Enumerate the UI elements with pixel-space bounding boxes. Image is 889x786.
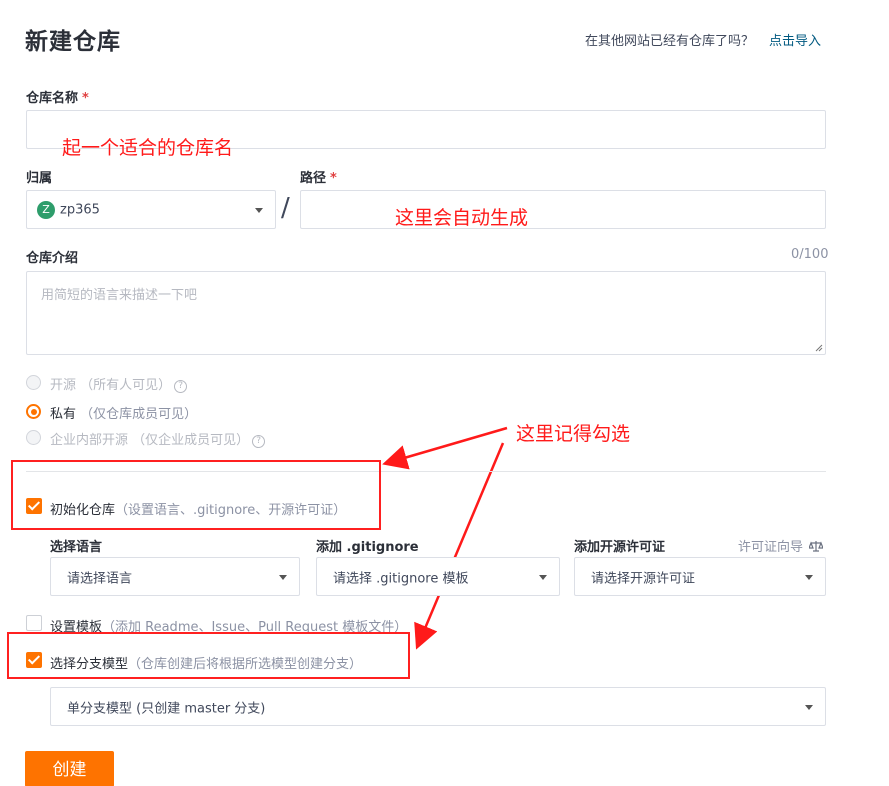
chevron-down-icon xyxy=(539,574,547,580)
checkbox-label: 初始化仓库 xyxy=(50,503,116,518)
checkbox-unchecked xyxy=(26,615,42,631)
license-guide-link[interactable]: 许可证向导 xyxy=(738,536,825,555)
branch-model-checkbox[interactable]: 选择分支模型（仓库创建后将根据所选模型创建分支） xyxy=(26,652,396,672)
scale-icon xyxy=(808,541,825,552)
create-button[interactable]: 创建 xyxy=(25,751,114,786)
chevron-down-icon xyxy=(805,574,813,580)
checkbox-checked xyxy=(26,498,42,514)
language-select-value: 请选择语言 xyxy=(67,571,133,586)
checkbox-label: 选择分支模型 xyxy=(50,657,129,672)
checkbox-checked xyxy=(26,652,42,668)
chevron-down-icon xyxy=(279,574,287,580)
gitignore-label: 添加 .gitignore xyxy=(316,540,419,555)
branch-model-select[interactable]: 单分支模型 (只创建 master 分支) xyxy=(50,687,826,726)
init-repo-checkbox[interactable]: 初始化仓库（设置语言、.gitignore、开源许可证） xyxy=(26,498,366,518)
license-select[interactable]: 请选择开源许可证 xyxy=(574,557,826,596)
init-repo-text: 初始化仓库（设置语言、.gitignore、开源许可证） xyxy=(50,499,346,518)
template-checkbox[interactable]: 设置模板（添加 Readme、Issue、Pull Request 模板文件） xyxy=(26,615,446,635)
chevron-down-icon xyxy=(805,704,813,710)
checkbox-hint: （仓库创建后将根据所选模型创建分支） xyxy=(128,657,363,672)
language-label: 选择语言 xyxy=(50,540,103,555)
checkbox-hint: （设置语言、.gitignore、开源许可证） xyxy=(115,503,347,518)
annotation-arrow-init xyxy=(382,426,508,470)
branch-model-select-value: 单分支模型 (只创建 master 分支) xyxy=(67,701,266,716)
annotation-box-init xyxy=(11,460,381,530)
license-select-value: 请选择开源许可证 xyxy=(591,571,696,586)
gitignore-select[interactable]: 请选择 .gitignore 模板 xyxy=(316,557,560,596)
branch-model-text: 选择分支模型（仓库创建后将根据所选模型创建分支） xyxy=(50,653,362,672)
language-select[interactable]: 请选择语言 xyxy=(50,557,300,596)
license-guide-text: 许可证向导 xyxy=(738,540,804,555)
gitignore-select-value: 请选择 .gitignore 模板 xyxy=(333,571,469,586)
license-label: 添加开源许可证 xyxy=(574,540,666,555)
